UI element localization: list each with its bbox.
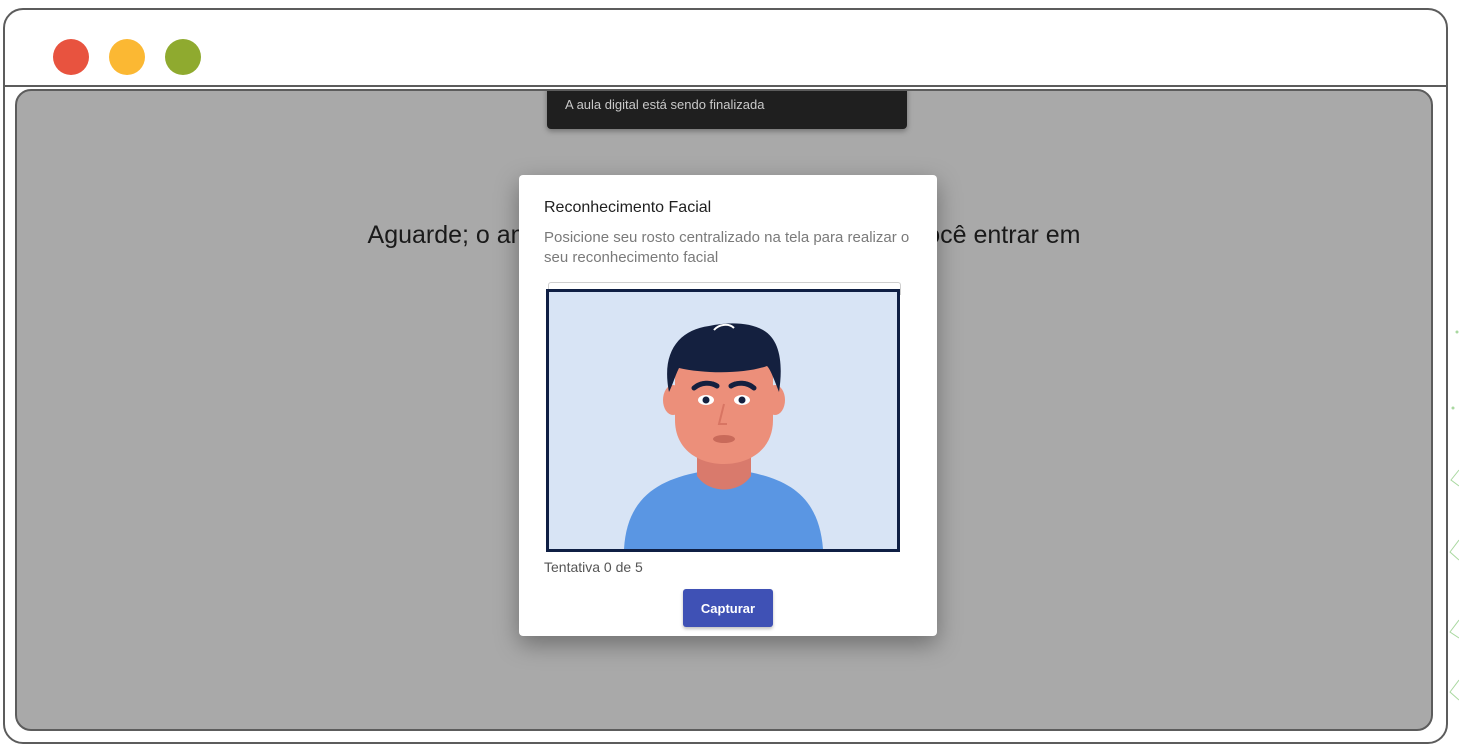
facial-recognition-dialog: Reconhecimento Facial Posicione seu rost… xyxy=(519,175,937,636)
dialog-title: Reconhecimento Facial xyxy=(544,199,712,216)
maximize-window-button[interactable] xyxy=(165,39,201,75)
camera-preview xyxy=(546,289,900,552)
page-viewport: Aguarde; o ambiente está sendo preparado… xyxy=(15,89,1433,731)
capture-button[interactable]: Capturar xyxy=(683,589,773,627)
window-titlebar xyxy=(5,10,1446,87)
edge-decoration xyxy=(1449,330,1459,701)
dialog-subtitle: Posicione seu rosto centralizado na tela… xyxy=(544,229,910,266)
toast-notification: A aula digital está sendo finalizada xyxy=(547,91,907,129)
close-window-button[interactable] xyxy=(53,39,89,75)
minimize-window-button[interactable] xyxy=(109,39,145,75)
attempts-counter: Tentativa 0 de 5 xyxy=(544,559,643,575)
person-avatar-icon xyxy=(624,323,823,549)
toast-text: A aula digital está sendo finalizada xyxy=(565,97,765,112)
